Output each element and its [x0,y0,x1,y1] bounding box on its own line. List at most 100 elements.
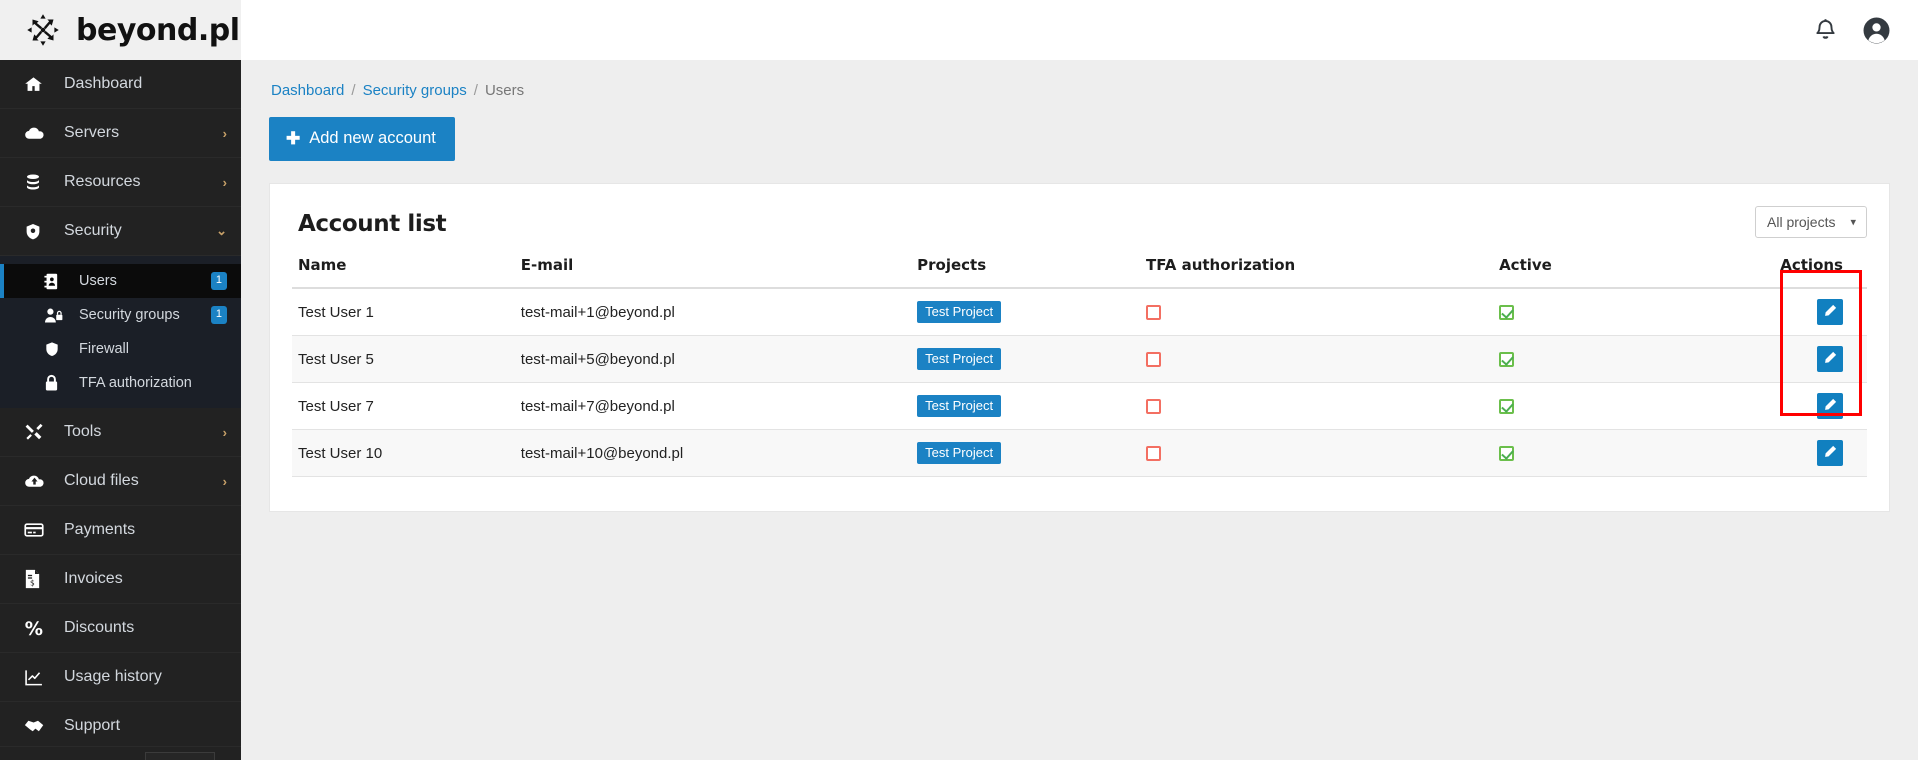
project-tag: Test Project [917,395,1002,417]
invoice-document-icon: $ [24,569,50,589]
tfa-checkbox[interactable] [1146,352,1161,368]
sidebar-item-dashboard[interactable]: Dashboard [0,60,241,109]
pencil-edit-icon [1823,398,1837,415]
sidebar-item-resources[interactable]: Resources › [0,158,241,207]
sidebar-item-invoices[interactable]: $ Invoices [0,555,241,604]
add-new-account-button[interactable]: ✚ Add new account [269,117,455,161]
cell-tfa [1140,335,1494,383]
sidebar-item-users[interactable]: Users 1 [0,264,241,298]
sidebar-item-label: Discounts [64,619,135,636]
sidebar-item-label: Servers [64,124,120,141]
sidebar-item-label: Invoices [64,570,123,587]
user-circle-icon[interactable] [1863,17,1890,44]
cell-actions [1748,288,1867,336]
sidebar-item-label: Tools [64,423,102,440]
status-badge: 1 [210,306,227,324]
cell-projects: Test Project [911,335,1140,383]
sidebar-item-usage-history[interactable]: Usage history [0,653,241,702]
percent-icon: % [24,619,50,638]
cell-active [1493,288,1749,336]
active-checkbox[interactable] [1499,305,1515,321]
sidebar-footer-box [145,752,215,760]
pencil-edit-icon [1823,351,1837,368]
handshake-icon [24,717,50,735]
sidebar-item-payments[interactable]: Payments [0,506,241,555]
cell-active [1493,429,1749,477]
sidebar-nav-top: Dashboard Servers › Resources › Security… [0,60,241,256]
cell-name: Test User 1 [292,288,515,336]
edit-button[interactable] [1817,346,1843,372]
project-tag: Test Project [917,442,1002,464]
status-badge: 1 [210,272,227,290]
column-header-projects: Projects [911,256,1140,289]
shield-icon [44,340,68,358]
edit-button[interactable] [1817,393,1843,419]
user-lock-icon [44,307,68,324]
project-filter-select[interactable]: All projects [1755,206,1867,238]
sidebar-item-label: Support [64,717,121,734]
sidebar-item-tools[interactable]: Tools › [0,408,241,457]
sidebar-item-support[interactable]: Support [0,702,241,751]
chevron-right-icon: › [222,473,227,489]
account-table: Name E-mail Projects TFA authorization A… [292,256,1867,477]
cell-email: test-mail+5@beyond.pl [514,335,912,383]
cloud-icon [24,123,50,144]
sidebar-footer-stub [0,746,241,760]
sidebar-item-label: Security groups [79,307,180,323]
chevron-right-icon: › [222,424,227,440]
tfa-checkbox[interactable] [1146,305,1161,321]
cell-projects: Test Project [911,429,1140,477]
main-area: Dashboard / Security groups / Users ✚ Ad… [241,0,1918,760]
breadcrumb-separator: / [351,82,356,99]
cell-active [1493,382,1749,430]
table-header-row: Name E-mail Projects TFA authorization A… [292,256,1867,289]
brand-header[interactable]: beyond.pl [0,0,241,60]
table-row: Test User 1 test-mail+1@beyond.pl Test P… [292,288,1867,336]
card-header: Account list All projects ▾ [292,206,1867,238]
cell-name: Test User 10 [292,429,515,477]
sidebar-item-discounts[interactable]: % Discounts [0,604,241,653]
add-new-account-label: Add new account [309,129,436,147]
tools-icon [24,423,50,442]
sidebar-item-tfa-authorization[interactable]: TFA authorization [0,366,241,400]
sidebar-item-label: Cloud files [64,472,139,489]
app-root: beyond.pl Dashboard Servers › Resources … [0,0,1918,760]
table-row: Test User 5 test-mail+5@beyond.pl Test P… [292,335,1867,383]
network-atom-logo-icon [22,9,64,51]
breadcrumb-item-dashboard[interactable]: Dashboard [271,82,344,99]
tfa-checkbox[interactable] [1146,446,1161,462]
sidebar-item-cloud-files[interactable]: Cloud files › [0,457,241,506]
credit-card-icon [24,520,50,540]
svg-text:%: % [25,619,43,638]
cloud-upload-icon [24,471,50,492]
edit-button[interactable] [1817,299,1843,325]
chevron-right-icon: › [222,174,227,190]
database-icon [24,173,50,191]
active-checkbox[interactable] [1499,446,1515,462]
sidebar-item-firewall[interactable]: Firewall [0,332,241,366]
cell-email: test-mail+1@beyond.pl [514,288,912,336]
plus-icon: ✚ [286,129,301,148]
cell-name: Test User 5 [292,335,515,383]
account-list-card: Account list All projects ▾ Name E-mail … [269,183,1890,512]
active-checkbox[interactable] [1499,399,1515,415]
sidebar-item-security[interactable]: Security ⌄ [0,207,241,256]
active-checkbox[interactable] [1499,352,1515,368]
chart-line-icon [24,668,50,687]
table-row: Test User 7 test-mail+7@beyond.pl Test P… [292,382,1867,430]
project-filter[interactable]: All projects ▾ [1755,206,1867,238]
sidebar-item-label: Dashboard [64,75,143,92]
edit-button[interactable] [1817,440,1843,466]
bell-icon[interactable] [1814,18,1837,43]
breadcrumb-item-security-groups[interactable]: Security groups [363,82,467,99]
cell-name: Test User 7 [292,382,515,430]
sidebar: beyond.pl Dashboard Servers › Resources … [0,0,241,760]
sidebar-item-servers[interactable]: Servers › [0,109,241,158]
project-tag: Test Project [917,348,1002,370]
sidebar-item-security-groups[interactable]: Security groups 1 [0,298,241,332]
sidebar-item-label: TFA authorization [79,375,192,391]
column-header-tfa: TFA authorization [1140,256,1494,289]
cell-email: test-mail+10@beyond.pl [514,429,912,477]
sidebar-item-label: Payments [64,521,136,538]
tfa-checkbox[interactable] [1146,399,1161,415]
